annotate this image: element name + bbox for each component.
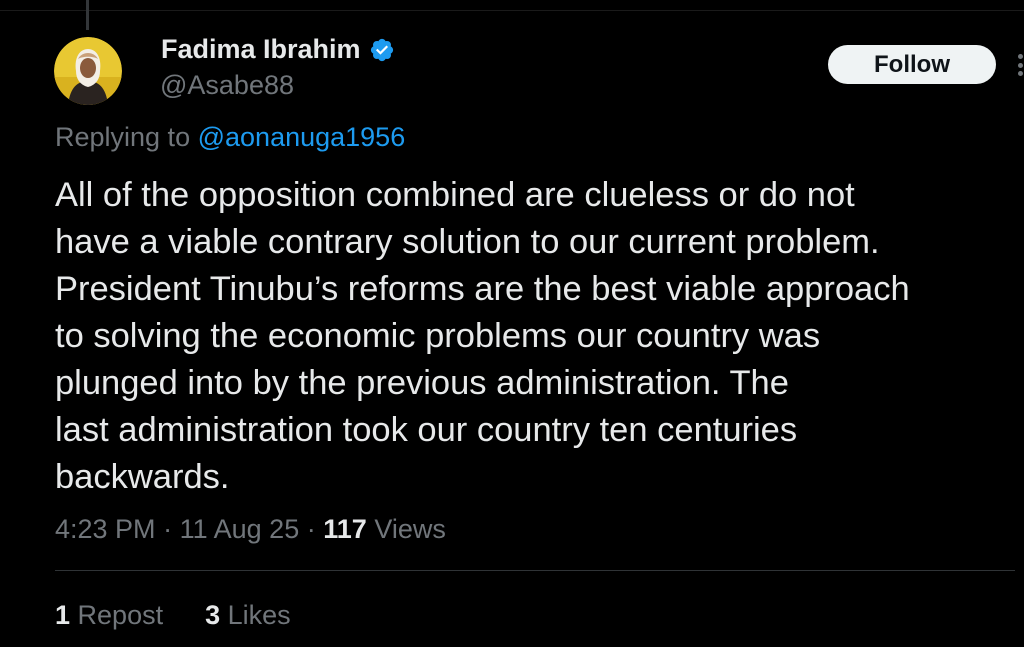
tweet-time[interactable]: 4:23 PM [55, 514, 156, 544]
tweet-text-line: last administration took our country ten… [55, 411, 798, 449]
avatar[interactable] [54, 37, 122, 105]
replying-prefix: Replying to [55, 122, 191, 152]
follow-button[interactable]: Follow [828, 45, 996, 84]
more-options-icon[interactable] [1016, 54, 1024, 76]
likes-count: 3 [205, 600, 221, 630]
views-count: 117 [323, 514, 367, 544]
top-divider [0, 10, 1024, 11]
avatar-image [54, 37, 122, 105]
likes-label: Likes [227, 600, 291, 630]
tweet-text-line: to solving the economic problems our cou… [55, 317, 821, 355]
meta-separator: · [306, 514, 316, 544]
reposts-count: 1 [55, 600, 71, 630]
replying-to-handle-link[interactable]: @aonanuga1956 [198, 122, 406, 152]
thread-connector-line [86, 0, 89, 30]
tweet-date[interactable]: 11 Aug 25 [180, 514, 300, 544]
meta-separator: · [163, 514, 173, 544]
likes-stat[interactable]: 3 Likes [205, 600, 291, 631]
divider [55, 570, 1015, 571]
author-display-name[interactable]: Fadima Ibrahim [161, 34, 395, 65]
tweet-text-line: All of the opposition combined are cluel… [55, 176, 855, 214]
tweet-text: All of the opposition combined are cluel… [55, 172, 1015, 501]
verified-badge-icon [369, 37, 395, 63]
tweet-metadata: 4:23 PM · 11 Aug 25 · 117 Views [55, 514, 446, 545]
tweet-text-line: President Tinubu’s reforms are the best … [55, 270, 910, 308]
reposts-label: Repost [77, 600, 164, 630]
engagement-stats: 1 Repost 3 Likes [55, 600, 291, 631]
tweet-text-line: backwards. [55, 458, 230, 496]
author-handle[interactable]: @Asabe88 [160, 70, 294, 101]
views-label: Views [374, 514, 446, 544]
replying-to: Replying to @aonanuga1956 [55, 122, 405, 153]
tweet-text-line: plunged into by the previous administrat… [55, 364, 789, 402]
reposts-stat[interactable]: 1 Repost [55, 600, 163, 631]
display-name-text: Fadima Ibrahim [161, 34, 361, 64]
tweet-text-line: have a viable contrary solution to our c… [55, 223, 880, 261]
